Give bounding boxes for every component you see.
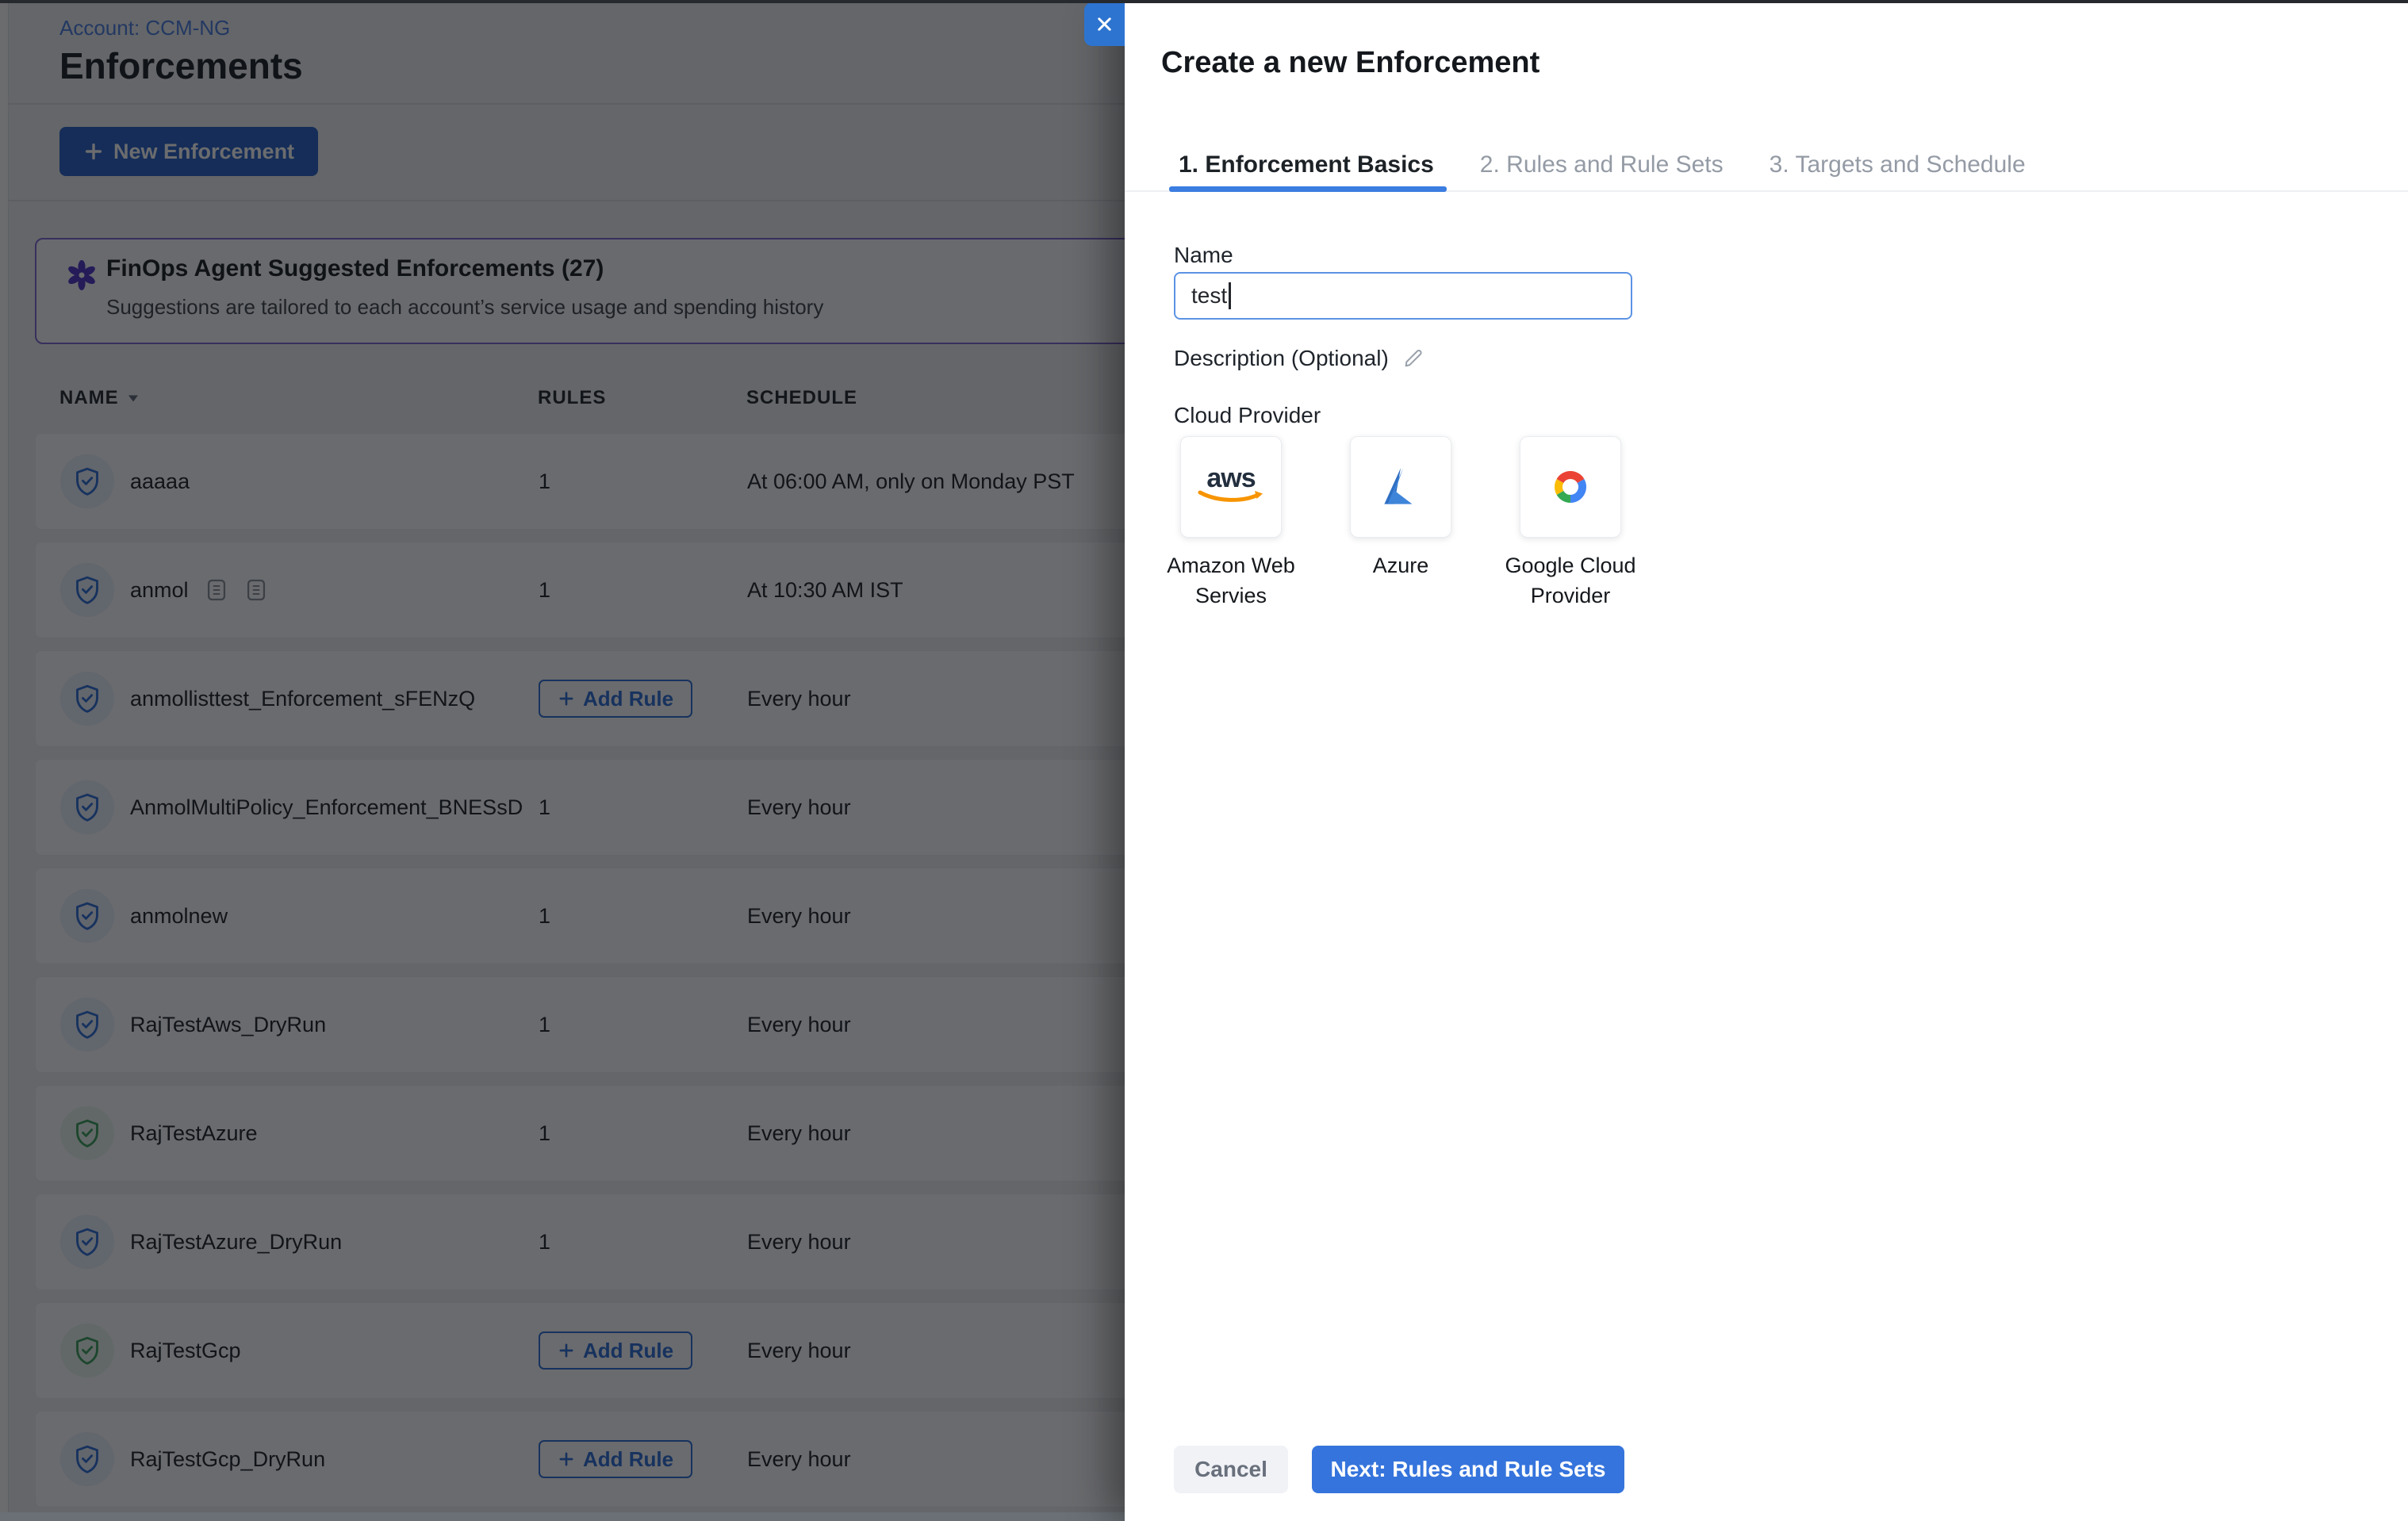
aws-logo-icon: aws bbox=[1196, 466, 1266, 504]
cloud-provider-options: aws Amazon Web Servies bbox=[1181, 436, 1620, 611]
bottom-scroll-strip[interactable] bbox=[0, 1512, 1125, 1521]
provider-option-azure: Azure bbox=[1351, 436, 1451, 611]
provider-label-azure: Azure bbox=[1313, 550, 1488, 580]
tab-rules-and-rule-sets[interactable]: 2. Rules and Rule Sets bbox=[1475, 140, 1728, 190]
name-input[interactable]: test bbox=[1174, 272, 1632, 320]
cloud-provider-label: Cloud Provider bbox=[1174, 403, 1321, 428]
description-label: Description (Optional) bbox=[1174, 346, 1389, 371]
edit-description-icon[interactable] bbox=[1401, 347, 1425, 370]
azure-logo-icon bbox=[1375, 461, 1427, 513]
provider-card-aws[interactable]: aws bbox=[1180, 436, 1282, 538]
cancel-button[interactable]: Cancel bbox=[1174, 1446, 1288, 1493]
drawer-title: Create a new Enforcement bbox=[1161, 46, 1540, 80]
provider-label-aws: Amazon Web Servies bbox=[1144, 550, 1318, 611]
tab-enforcement-basics[interactable]: 1. Enforcement Basics bbox=[1174, 140, 1439, 190]
tab-targets-and-schedule[interactable]: 3. Targets and Schedule bbox=[1765, 140, 2030, 190]
screen: Account: CCM-NG Enforcements New Enforce… bbox=[0, 0, 2408, 1521]
provider-label-gcp: Google Cloud Provider bbox=[1483, 550, 1658, 611]
next-button[interactable]: Next: Rules and Rule Sets bbox=[1312, 1446, 1624, 1493]
close-icon bbox=[1094, 13, 1115, 35]
close-drawer-button[interactable] bbox=[1084, 2, 1125, 46]
provider-option-gcp: Google Cloud Provider bbox=[1520, 436, 1620, 611]
provider-card-azure[interactable] bbox=[1350, 436, 1451, 538]
name-label: Name bbox=[1174, 243, 1233, 268]
gcp-logo-icon bbox=[1545, 462, 1596, 512]
create-enforcement-drawer: Create a new Enforcement 1. Enforcement … bbox=[1125, 0, 2408, 1521]
window-top-edge bbox=[0, 0, 2408, 3]
name-input-value: test bbox=[1191, 283, 1227, 308]
text-caret bbox=[1229, 282, 1231, 309]
provider-card-gcp[interactable] bbox=[1520, 436, 1621, 538]
wizard-tabs: 1. Enforcement Basics 2. Rules and Rule … bbox=[1125, 140, 2408, 192]
provider-option-aws: aws Amazon Web Servies bbox=[1181, 436, 1281, 611]
